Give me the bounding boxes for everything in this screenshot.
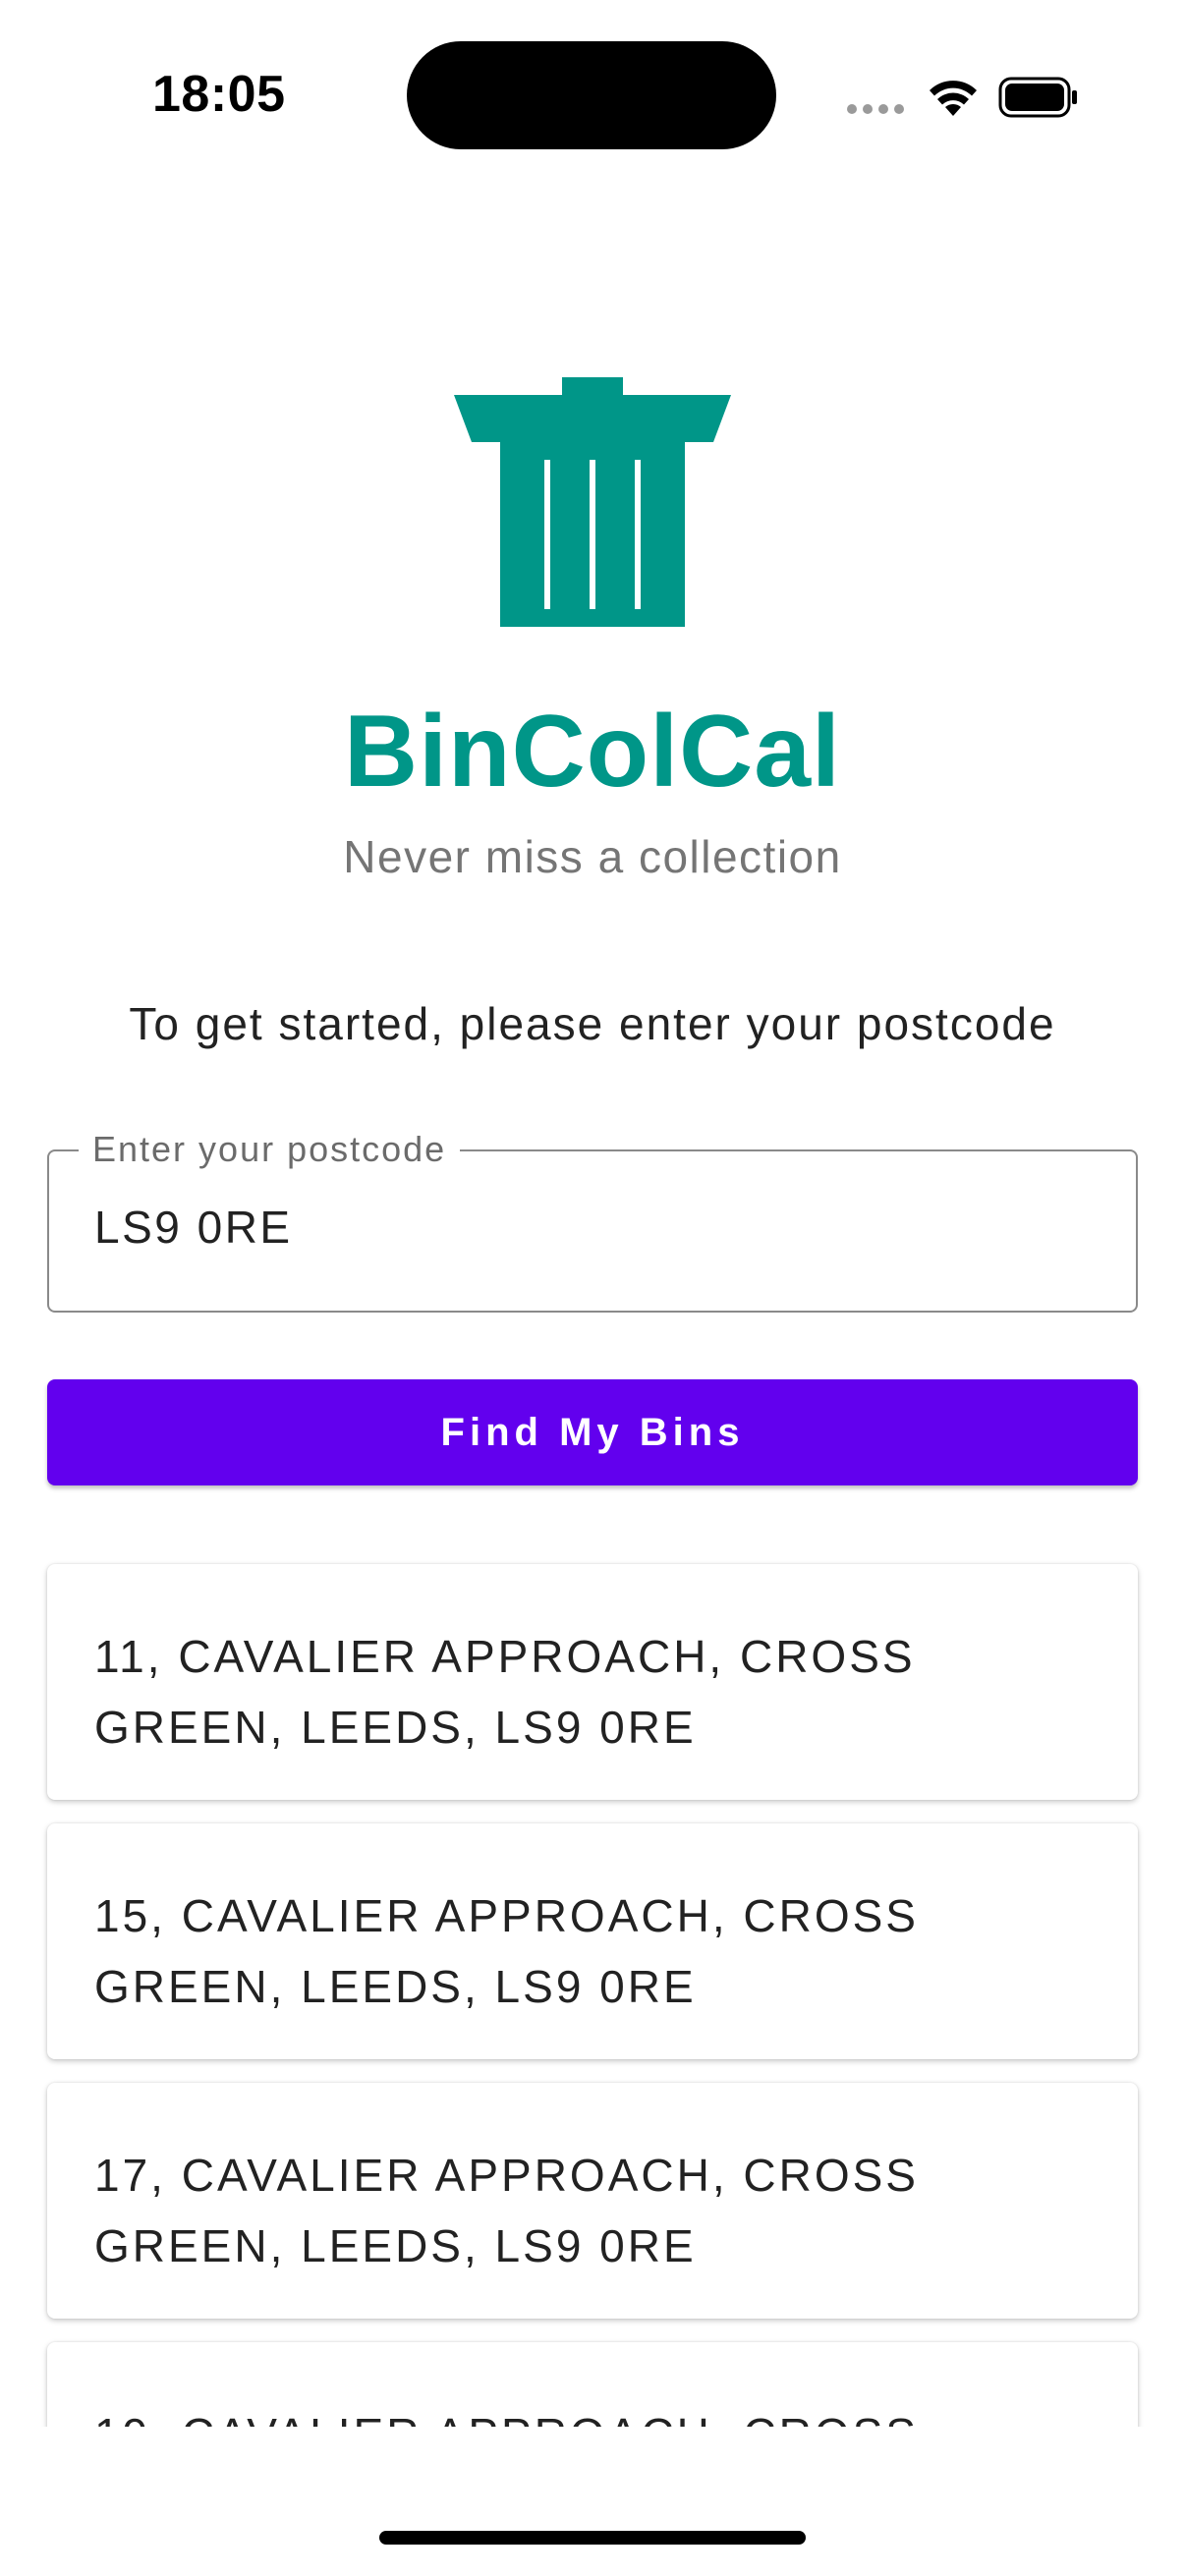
cellular-signal-icon [847, 104, 904, 114]
address-list-item[interactable]: 11, CAVALIER APPROACH, CROSS GREEN, LEED… [47, 1564, 1138, 1800]
address-list-item[interactable]: 15, CAVALIER APPROACH, CROSS GREEN, LEED… [47, 1823, 1138, 2059]
instruction-text: To get started, please enter your postco… [129, 998, 1056, 1049]
postcode-field-label: Enter your postcode [79, 1128, 461, 1171]
address-list[interactable]: 11, CAVALIER APPROACH, CROSS GREEN, LEED… [0, 1552, 1185, 2427]
dynamic-island [407, 41, 776, 149]
postcode-input[interactable] [94, 1201, 1077, 1254]
address-list-item[interactable]: 19, CAVALIER APPROACH, CROSS GREEN, LEED… [47, 2342, 1138, 2427]
home-indicator[interactable] [379, 2531, 806, 2545]
find-my-bins-button[interactable]: Find My Bins [47, 1379, 1138, 1485]
battery-icon [998, 77, 1077, 118]
app-subtitle: Never miss a collection [343, 831, 842, 882]
wifi-icon [930, 81, 977, 116]
status-time: 18:05 [152, 66, 286, 123]
postcode-field[interactable]: Enter your postcode [47, 1128, 1138, 1313]
address-list-item[interactable]: 17, CAVALIER APPROACH, CROSS GREEN, LEED… [47, 2083, 1138, 2319]
trash-bin-icon [454, 377, 731, 627]
app-title: BinColCal [344, 695, 841, 809]
